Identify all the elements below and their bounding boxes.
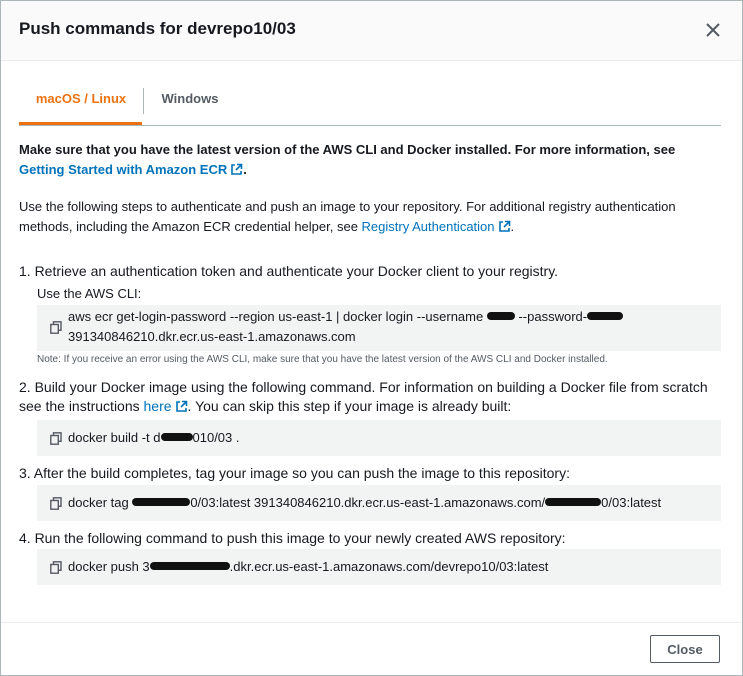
step-3-code: docker tag 0/03:latest 391340846210.dkr.… bbox=[68, 493, 661, 513]
step-4-code: docker push 3 .dkr.ecr.us-east-1.amazonaw… bbox=[68, 557, 548, 577]
close-icon[interactable] bbox=[703, 20, 723, 40]
active-tab-indicator bbox=[19, 122, 142, 125]
redacted-text bbox=[545, 498, 602, 506]
copy-icon[interactable] bbox=[50, 497, 62, 510]
step-1-code-part-a: aws ecr get-login-password --region us-e… bbox=[68, 309, 487, 324]
step-3-code-part-a: docker tag bbox=[68, 495, 133, 510]
redacted-text bbox=[132, 498, 191, 506]
step-1-note: Note: If you receive an error using the … bbox=[37, 354, 608, 365]
step-2-text: 2. Build your Docker image using the fol… bbox=[19, 378, 719, 416]
step-4-code-part-b: .dkr.ecr.us-east-1.amazonaws.com/devrepo… bbox=[229, 559, 549, 574]
step-4-code-block: docker push 3 .dkr.ecr.us-east-1.amazonaw… bbox=[37, 549, 721, 585]
tab-windows[interactable]: Windows bbox=[144, 82, 236, 124]
step-3-code-part-b: 0/03:latest 391340846210.dkr.ecr.us-east… bbox=[190, 495, 546, 510]
modal-body: macOS / Linux Windows Make sure that you… bbox=[1, 62, 742, 622]
copy-icon[interactable] bbox=[50, 321, 62, 334]
step-3-code-part-c: 0/03:latest bbox=[601, 495, 662, 510]
copy-icon[interactable] bbox=[50, 432, 62, 445]
redacted-text bbox=[149, 562, 230, 570]
push-commands-modal: Push commands for devrepo10/03 macOS / L… bbox=[0, 0, 743, 676]
auth-suffix: . bbox=[510, 219, 515, 234]
here-link[interactable]: here bbox=[144, 398, 188, 414]
auth-text: Use the following steps to authenticate … bbox=[19, 199, 676, 234]
intro-suffix: . bbox=[243, 162, 247, 177]
step-4-text: 4. Run the following command to push thi… bbox=[19, 530, 566, 546]
close-button[interactable]: Close bbox=[650, 635, 720, 663]
step-1-code-line-2: 391340846210.dkr.ecr.us-east-1.amazonaws… bbox=[68, 329, 356, 344]
external-link-icon bbox=[175, 400, 187, 412]
external-link-icon bbox=[231, 163, 243, 175]
step-1-text: 1. Retrieve an authentication token and … bbox=[19, 263, 559, 279]
step-4-code-part-a: docker push 3 bbox=[68, 559, 150, 574]
step-3-text: 3. After the build completes, tag your i… bbox=[19, 465, 570, 481]
os-tabs: macOS / Linux Windows bbox=[19, 82, 721, 126]
external-link-icon bbox=[498, 220, 510, 232]
step-2-code-part-a: docker build -t d bbox=[68, 430, 161, 445]
redacted-text bbox=[486, 312, 515, 320]
redacted-text bbox=[160, 433, 193, 441]
redacted-text bbox=[587, 312, 624, 320]
step-2-text-b: . You can skip this step if your image i… bbox=[187, 398, 512, 414]
tab-macos-linux[interactable]: macOS / Linux bbox=[19, 82, 143, 124]
step-1-code-part-b: --password- bbox=[514, 309, 588, 324]
auth-paragraph: Use the following steps to authenticate … bbox=[19, 197, 719, 237]
step-2-code: docker build -t d 010/03 . bbox=[68, 428, 240, 448]
copy-icon[interactable] bbox=[50, 561, 62, 574]
modal-title: Push commands for devrepo10/03 bbox=[19, 19, 296, 38]
modal-footer: Close bbox=[1, 622, 742, 675]
step-2-code-block: docker build -t d 010/03 . bbox=[37, 420, 721, 456]
step-1-sublabel: Use the AWS CLI: bbox=[37, 286, 142, 301]
getting-started-link[interactable]: Getting Started with Amazon ECR bbox=[19, 162, 243, 177]
intro-text: Make sure that you have the latest versi… bbox=[19, 142, 676, 157]
step-1-code-block: aws ecr get-login-password --region us-e… bbox=[37, 305, 721, 351]
registry-authentication-link[interactable]: Registry Authentication bbox=[362, 219, 511, 234]
intro-paragraph: Make sure that you have the latest versi… bbox=[19, 140, 719, 180]
step-2-code-part-b: 010/03 . bbox=[192, 430, 240, 445]
modal-header: Push commands for devrepo10/03 bbox=[1, 1, 742, 61]
step-1-code: aws ecr get-login-password --region us-e… bbox=[68, 307, 624, 347]
step-3-code-block: docker tag 0/03:latest 391340846210.dkr.… bbox=[37, 485, 721, 521]
